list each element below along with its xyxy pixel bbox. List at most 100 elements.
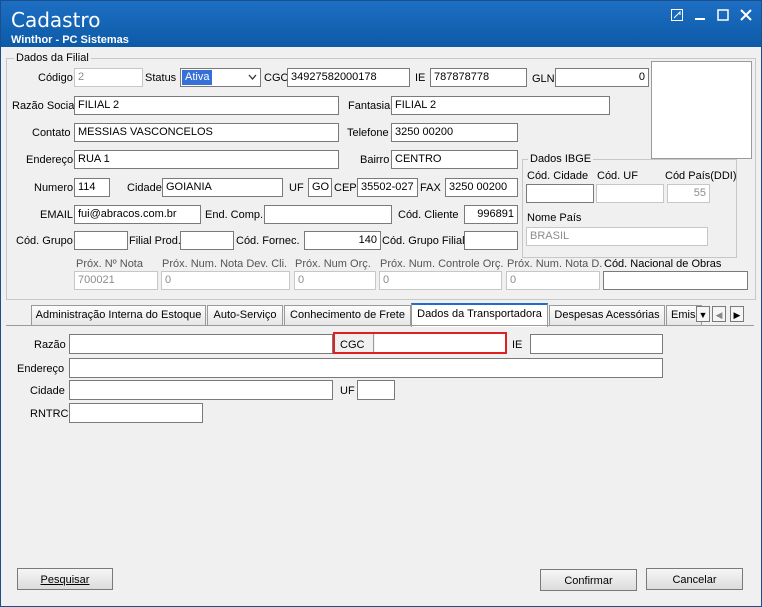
- numero-input[interactable]: 114: [74, 178, 110, 197]
- cidade-label: Cidade: [127, 182, 162, 194]
- cod-pais-label: Cód País(DDI): [665, 170, 737, 182]
- cidade-input[interactable]: GOIANIA: [162, 178, 283, 197]
- cod-fornec-input[interactable]: 140: [304, 231, 381, 250]
- status-select[interactable]: Ativa: [180, 68, 261, 87]
- window-title: Cadastro: [11, 8, 101, 32]
- end-comp-input[interactable]: [264, 205, 392, 224]
- trans-razao-label: Razão: [34, 339, 66, 351]
- tab-auto-servico[interactable]: Auto-Serviço: [207, 305, 283, 325]
- contato-input[interactable]: MESSIAS VASCONCELOS: [74, 123, 339, 142]
- cep-input[interactable]: 35502-027: [357, 178, 418, 197]
- prox-nota-dev-input[interactable]: 0: [161, 271, 290, 290]
- status-selected-value: Ativa: [182, 70, 213, 85]
- cod-grupo-filial-label: Cód. Grupo Filial: [382, 235, 465, 247]
- cod-grupo-input[interactable]: [74, 231, 128, 250]
- telefone-input[interactable]: 3250 00200: [391, 123, 518, 142]
- cancelar-button[interactable]: Cancelar: [646, 568, 743, 590]
- prox-nota-label: Próx. Nº Nota: [76, 258, 143, 270]
- trans-endereco-input[interactable]: [69, 358, 663, 378]
- filial-prod-label: Filial Prod.: [129, 235, 181, 247]
- tab-dados-transportadora[interactable]: Dados da Transportadora: [411, 303, 548, 327]
- ie-input[interactable]: 787878778: [430, 68, 527, 87]
- cod-cidade-label: Cód. Cidade: [527, 170, 589, 182]
- cod-uf-label: Cód. UF: [597, 170, 638, 182]
- window-subtitle: Winthor - PC Sistemas: [11, 34, 129, 46]
- minimize-icon[interactable]: [691, 7, 709, 25]
- filial-prod-input[interactable]: [180, 231, 234, 250]
- trans-endereco-label: Endereço: [17, 363, 65, 375]
- trans-uf-label: UF: [340, 385, 355, 397]
- tab-divider: [6, 325, 754, 326]
- trans-ie-label: IE: [512, 339, 523, 351]
- telefone-label: Telefone: [347, 127, 389, 139]
- chevron-down-icon[interactable]: [248, 69, 257, 86]
- trans-rntrc-input[interactable]: [69, 403, 203, 423]
- trans-cidade-input[interactable]: [69, 380, 333, 400]
- gln-input[interactable]: 0: [555, 68, 649, 87]
- cgc-input[interactable]: 34927582000178: [287, 68, 410, 87]
- cod-cliente-label: Cód. Cliente: [398, 209, 459, 221]
- cgc-label: CGC: [264, 72, 289, 84]
- fax-label: FAX: [420, 182, 441, 194]
- trans-rntrc-label: RNTRC: [30, 408, 69, 420]
- codigo-input[interactable]: 2: [74, 68, 143, 87]
- trans-cidade-label: Cidade: [30, 385, 65, 397]
- razao-social-input[interactable]: FILIAL 2: [74, 96, 339, 115]
- trans-razao-input[interactable]: [69, 334, 333, 354]
- cadastro-window: Cadastro Winthor - PC Sistemas Dados da …: [0, 0, 762, 607]
- fax-input[interactable]: 3250 00200: [445, 178, 518, 197]
- prox-orc-label: Próx. Num Orç.: [295, 258, 371, 270]
- email-input[interactable]: fui@abracos.com.br: [74, 205, 201, 224]
- nome-pais-label: Nome País: [527, 212, 582, 224]
- cep-label: CEP: [334, 182, 357, 194]
- trans-cgc-label: CGC: [340, 339, 365, 351]
- ie-label: IE: [415, 72, 426, 84]
- fantasia-input[interactable]: FILIAL 2: [391, 96, 610, 115]
- razao-social-label: Razão Social: [12, 100, 77, 112]
- tab-scroll-left-icon[interactable]: ◀: [712, 306, 726, 322]
- cod-cidade-input[interactable]: [526, 184, 594, 203]
- logo-image-box[interactable]: [651, 61, 752, 159]
- tab-despesas-acessorias[interactable]: Despesas Acessórias: [549, 305, 665, 325]
- tab-conhecimento-frete[interactable]: Conhecimento de Frete: [284, 305, 411, 325]
- endereco-label: Endereço: [26, 154, 74, 166]
- nome-pais-input[interactable]: BRASIL: [526, 227, 708, 246]
- tab-administracao-estoque[interactable]: Administração Interna do Estoque: [31, 305, 206, 325]
- cod-obras-input[interactable]: [603, 271, 748, 290]
- prox-nota-input[interactable]: 700021: [74, 271, 158, 290]
- close-icon[interactable]: [737, 7, 755, 25]
- tab-dropdown-icon[interactable]: ▼: [696, 306, 710, 322]
- tab-scroll-right-icon[interactable]: ▶: [730, 306, 744, 322]
- status-label: Status: [145, 72, 177, 84]
- cancelar-button-label: Cancelar: [672, 574, 717, 586]
- email-label: EMAIL: [40, 209, 74, 221]
- confirmar-button-label: Confirmar: [564, 575, 613, 587]
- codigo-label: Código: [38, 72, 73, 84]
- prox-controle-orc-input[interactable]: 0: [379, 271, 502, 290]
- prox-controle-orc-label: Próx. Num. Controle Orç.: [380, 258, 504, 270]
- prox-nota-d-input[interactable]: 0: [506, 271, 600, 290]
- bairro-input[interactable]: CENTRO: [391, 150, 518, 169]
- cod-fornec-label: Cód. Fornec.: [236, 235, 300, 247]
- numero-label: Numero: [34, 182, 74, 194]
- uf-input[interactable]: GO: [308, 178, 332, 197]
- trans-ie-input[interactable]: [530, 334, 663, 354]
- cod-grupo-filial-input[interactable]: [464, 231, 518, 250]
- maximize-icon[interactable]: [714, 7, 732, 25]
- pesquisar-button[interactable]: Pesquisar: [17, 568, 113, 590]
- ibge-group-title: Dados IBGE: [528, 153, 594, 165]
- title-bar: Cadastro Winthor - PC Sistemas: [1, 1, 761, 47]
- cod-cliente-input[interactable]: 996891: [464, 205, 518, 224]
- contato-label: Contato: [32, 127, 71, 139]
- cod-uf-input[interactable]: [596, 184, 664, 203]
- trans-uf-input[interactable]: [357, 380, 395, 400]
- filial-group-title: Dados da Filial: [14, 52, 91, 64]
- endereco-input[interactable]: RUA 1: [74, 150, 339, 169]
- cod-obras-label: Cód. Nacional de Obras: [604, 258, 722, 270]
- trans-cgc-input[interactable]: [375, 334, 505, 352]
- edit-icon[interactable]: [668, 7, 686, 25]
- fantasia-label: Fantasia: [348, 100, 391, 112]
- prox-orc-input[interactable]: 0: [294, 271, 376, 290]
- confirmar-button[interactable]: Confirmar: [540, 569, 637, 591]
- cod-pais-input[interactable]: 55: [667, 184, 710, 203]
